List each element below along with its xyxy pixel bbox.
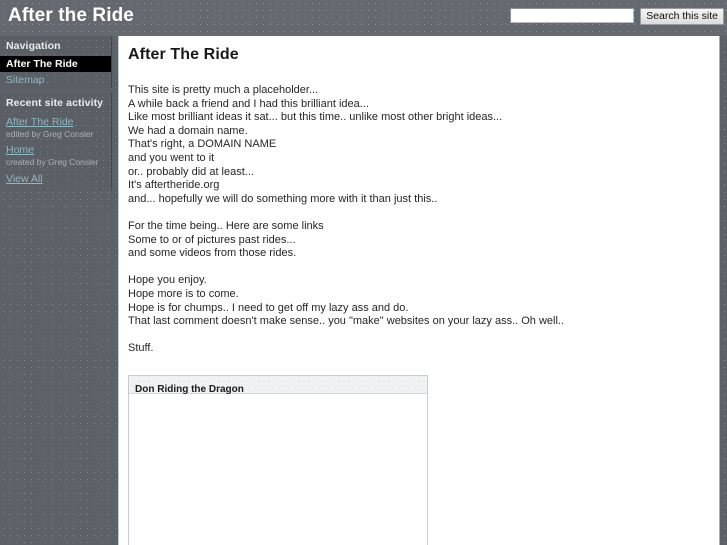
text-line: That's right, a DOMAIN NAME [128,138,277,151]
paragraph: Hope you enjoy. Hope more is to come. Ho… [128,274,719,328]
search-area: Search this site [510,8,724,25]
sidebar-item-sitemap[interactable]: Sitemap [0,72,111,88]
text-line: We had a domain name. [128,124,248,137]
paragraph: For the time being.. Here are some links… [128,220,719,261]
paragraph: Stuff. [128,342,719,356]
embedded-panel-title: Don Riding the Dragon [135,384,244,395]
paragraph: This site is pretty much a placeholder..… [128,84,719,206]
activity-link-home[interactable]: Home [6,144,105,156]
view-all-wrapper: View All [0,169,111,190]
recent-activity-box: Recent site activity After The Ride edit… [0,93,112,190]
text-line: and some videos from those rides. [128,247,297,260]
view-all-link[interactable]: View All [6,173,105,185]
text-line: For the time being.. Here are some links [128,219,324,232]
activity-link-after-the-ride[interactable]: After The Ride [6,116,105,128]
sidebar-item-after-the-ride[interactable]: After The Ride [0,56,111,72]
body-text: This site is pretty much a placeholder..… [128,84,719,356]
embedded-panel-header: Don Riding the Dragon [129,376,427,395]
activity-meta: edited by Greg Consler [6,129,94,139]
text-line: Hope you enjoy. [128,274,207,287]
text-line: This site is pretty much a placeholder..… [128,84,319,96]
search-button[interactable]: Search this site [640,8,724,25]
text-line: That last comment doesn't make sense.. y… [128,315,565,328]
main-content: After The Ride This site is pretty much … [118,36,720,545]
embedded-panel-body [129,394,427,545]
navigation-title: Navigation [6,40,61,52]
text-line: and you went to it [128,151,215,164]
site-header: After the Ride Search this site [0,0,727,36]
text-line: Like most brilliant ideas it sat... but … [128,111,503,124]
text-line: Hope more is to come. [128,287,239,300]
text-line: or.. probably did at least... [128,165,254,178]
text-line: Stuff. [128,342,154,355]
recent-activity-title: Recent site activity [6,97,104,109]
search-input[interactable] [510,8,635,23]
text-line: It's aftertheride.org [128,179,220,192]
text-line: A while back a friend and I had this bri… [128,97,369,110]
list-item: After The Ride edited by Greg Consler [0,113,111,141]
activity-meta: created by Greg Consler [6,157,99,167]
text-line: Some to or of pictures past rides... [128,233,296,246]
sidebar: Navigation After The Ride Sitemap Recent… [0,36,112,190]
page-title: After The Ride [128,46,239,63]
text-line: Hope is for chumps.. I need to get off m… [128,301,409,314]
embedded-panel: Don Riding the Dragon [128,375,428,545]
site-title: After the Ride [8,5,134,26]
list-item: Home created by Greg Consler [0,141,111,169]
navigation-box: Navigation After The Ride Sitemap [0,36,112,88]
text-line: and... hopefully we will do something mo… [128,192,438,205]
